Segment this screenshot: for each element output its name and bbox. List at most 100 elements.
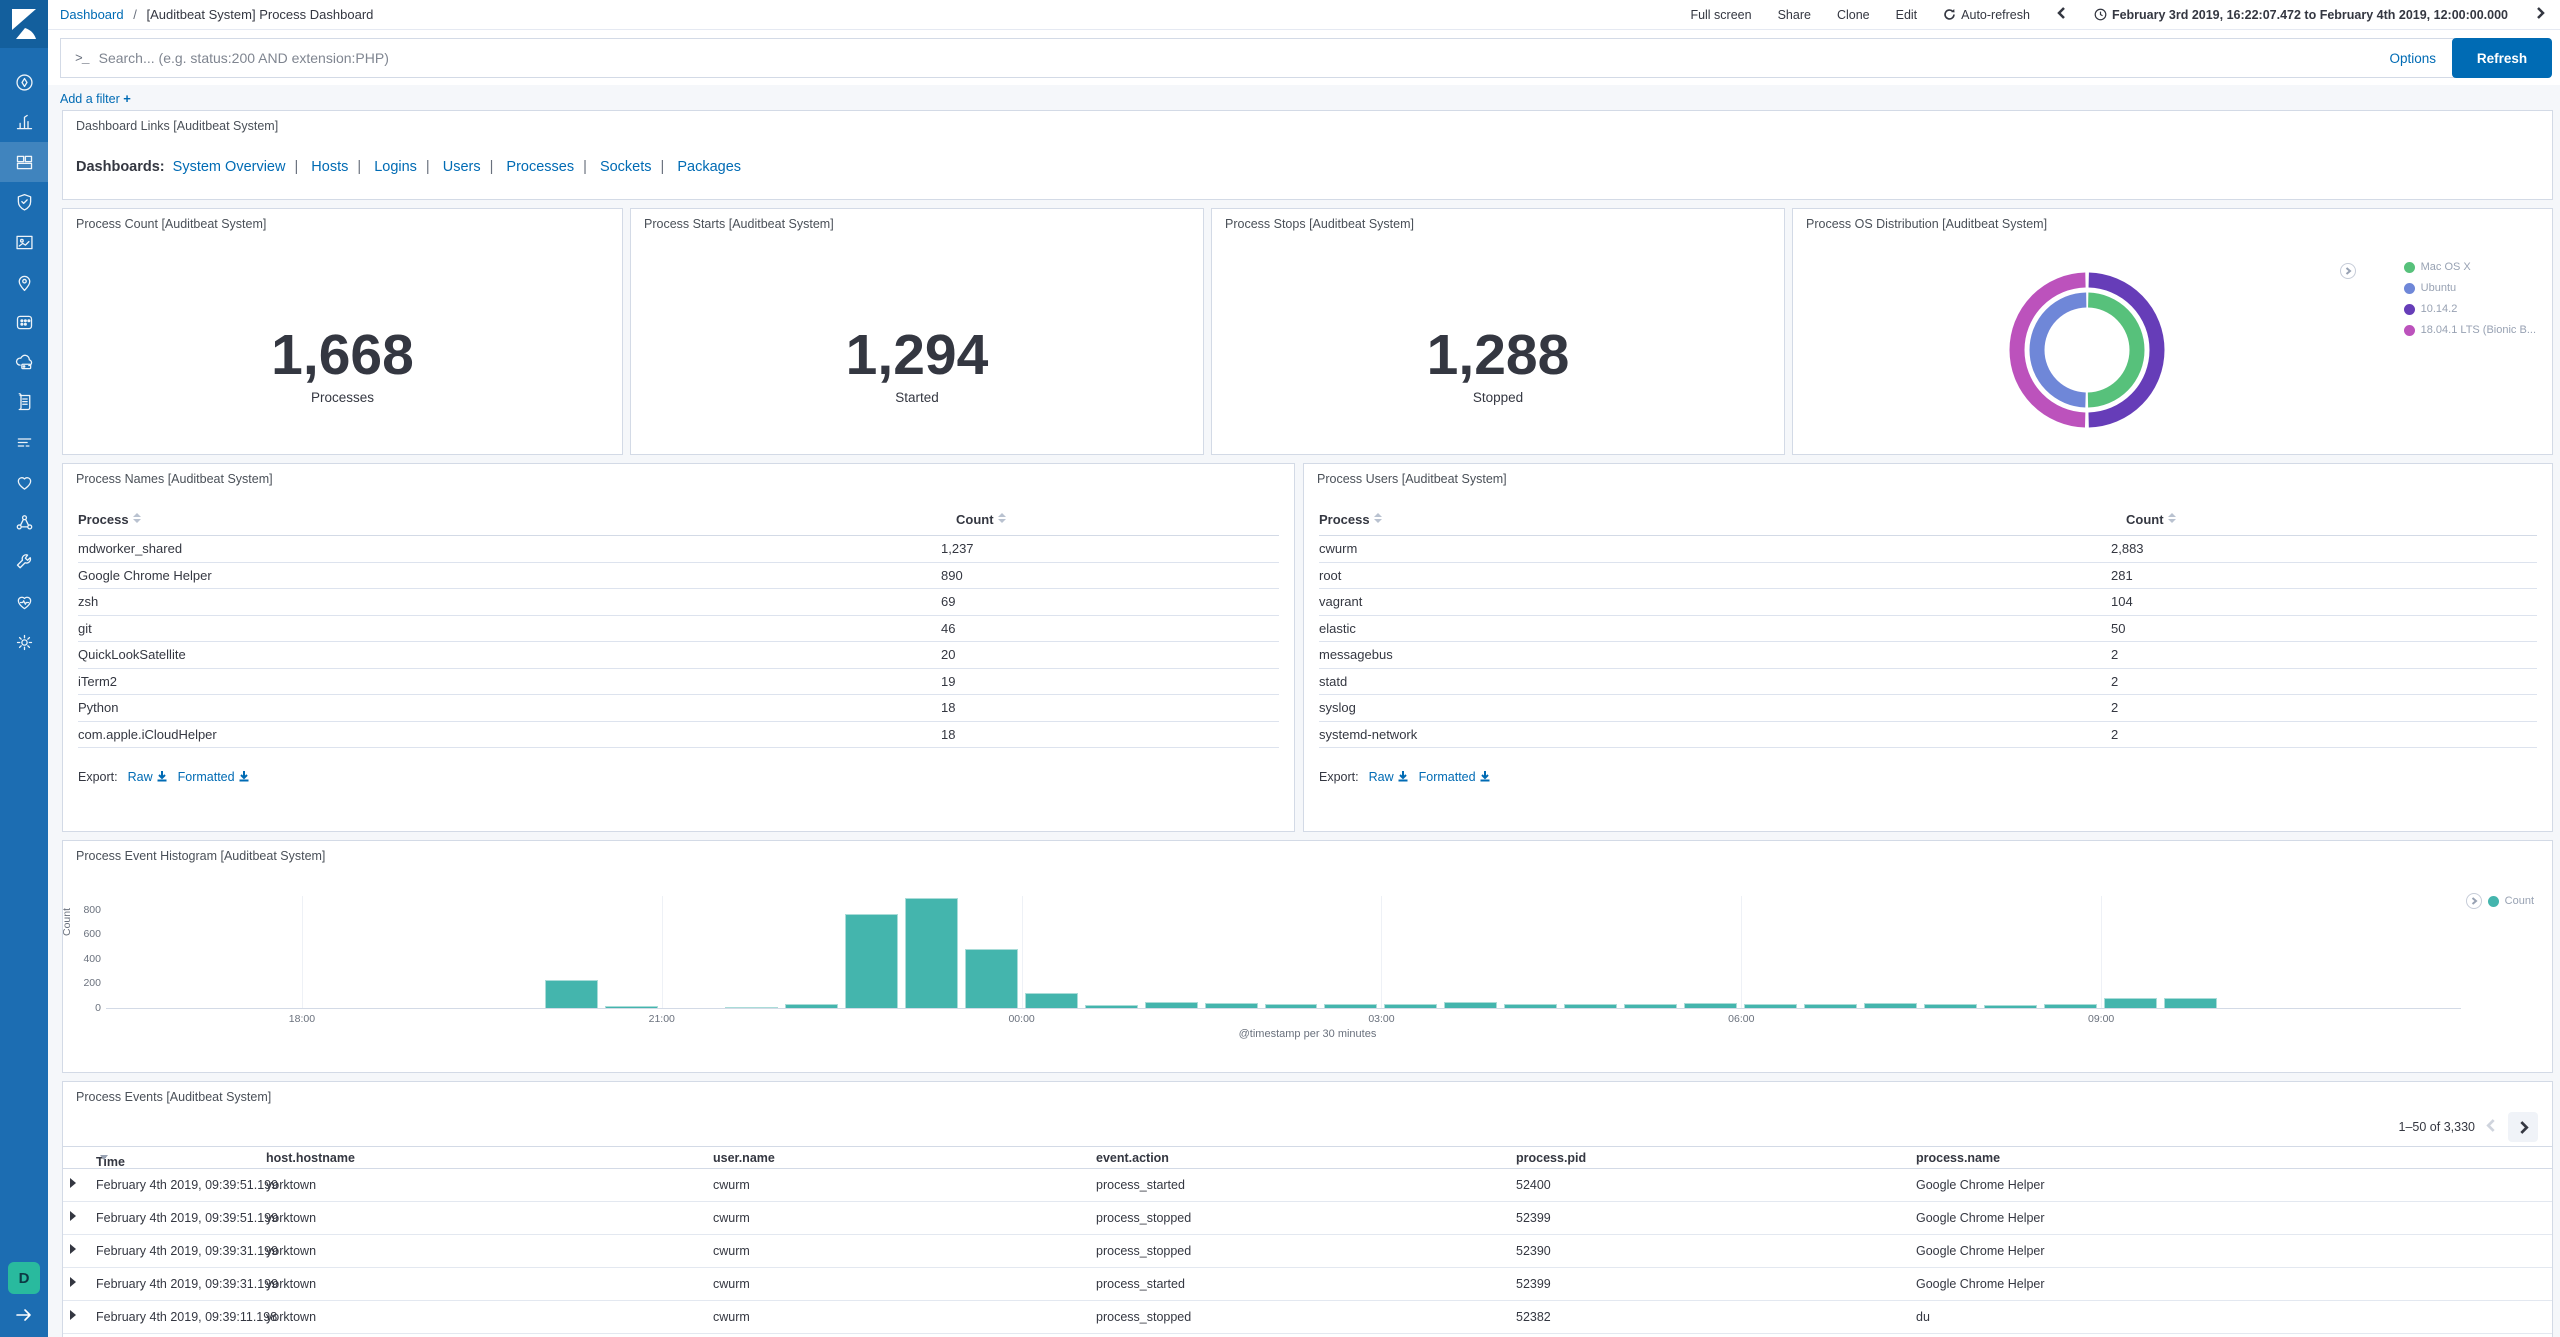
column-header-action[interactable]: event.action bbox=[1096, 1151, 1169, 1165]
histogram-bar-07:00[interactable] bbox=[1864, 1003, 1918, 1008]
search-input[interactable] bbox=[98, 50, 2390, 66]
histogram-bar-20:00[interactable] bbox=[544, 979, 598, 1008]
legend-item-18-04-1-lts-bionic-b-[interactable]: 18.04.1 LTS (Bionic B... bbox=[2403, 324, 2536, 336]
histogram-bar-05:30[interactable] bbox=[1684, 1003, 1738, 1008]
column-header-count[interactable]: Count bbox=[956, 512, 1006, 527]
event-row[interactable]: February 4th 2019, 09:39:51.199 yorktown c… bbox=[63, 1169, 2552, 1202]
legend-item-10-14-2[interactable]: 10.14.2 bbox=[2403, 303, 2536, 315]
table-row[interactable]: systemd-network 2 bbox=[1319, 722, 2537, 748]
column-header-pid[interactable]: process.pid bbox=[1516, 1151, 1586, 1165]
dashboard-link-packages[interactable]: Packages bbox=[677, 159, 741, 175]
histogram-bar-08:00[interactable] bbox=[1984, 1004, 2038, 1008]
column-header-name[interactable]: process.name bbox=[1916, 1151, 2000, 1165]
breadcrumb-dashboard-link[interactable]: Dashboard bbox=[60, 7, 124, 22]
sidebar-item-monitoring[interactable] bbox=[0, 582, 48, 622]
histogram-bar-00:00[interactable] bbox=[1024, 992, 1078, 1008]
share-button[interactable]: Share bbox=[1778, 8, 1811, 22]
table-row[interactable]: messagebus 2 bbox=[1319, 642, 2537, 669]
edit-button[interactable]: Edit bbox=[1896, 8, 1918, 22]
time-picker[interactable]: February 3rd 2019, 16:22:07.472 to Febru… bbox=[2094, 8, 2508, 22]
table-row[interactable]: syslog 2 bbox=[1319, 695, 2537, 722]
table-row[interactable]: QuickLookSatellite 20 bbox=[78, 642, 1279, 669]
table-row[interactable]: mdworker_shared 1,237 bbox=[78, 536, 1279, 563]
legend-toggle-icon[interactable] bbox=[2340, 263, 2356, 279]
histogram-bar-02:30[interactable] bbox=[1324, 1004, 1378, 1008]
histogram-bar-03:30[interactable] bbox=[1444, 1002, 1498, 1008]
time-forward-button[interactable] bbox=[2534, 7, 2546, 22]
sidebar-item-timelion[interactable] bbox=[0, 182, 48, 222]
expand-row-icon[interactable] bbox=[70, 1277, 76, 1287]
sidebar-item-uptime[interactable] bbox=[0, 462, 48, 502]
legend-item-ubuntu[interactable]: Ubuntu bbox=[2403, 282, 2536, 294]
table-row[interactable]: com.apple.iCloudHelper 18 bbox=[78, 722, 1279, 748]
event-row[interactable]: February 4th 2019, 09:39:31.199 yorktown c… bbox=[63, 1235, 2552, 1268]
auto-refresh-button[interactable]: Auto-refresh bbox=[1943, 8, 2030, 22]
histogram-bar-04:30[interactable] bbox=[1564, 1003, 1618, 1008]
sidebar-expand-icon[interactable] bbox=[0, 1300, 48, 1330]
histogram-bar-23:00[interactable] bbox=[904, 898, 958, 1008]
column-header-process[interactable]: Process bbox=[1319, 512, 1382, 527]
dashboard-link-logins[interactable]: Logins bbox=[374, 159, 417, 175]
event-row[interactable]: February 4th 2019, 09:39:31.199 yorktown c… bbox=[63, 1268, 2552, 1301]
expand-row-icon[interactable] bbox=[70, 1310, 76, 1320]
sidebar-item-visualize[interactable] bbox=[0, 102, 48, 142]
histogram-bar-21:30[interactable] bbox=[724, 1007, 778, 1008]
sidebar-item-graph[interactable] bbox=[0, 502, 48, 542]
sidebar-item-canvas[interactable] bbox=[0, 222, 48, 262]
histogram-plot-area[interactable] bbox=[106, 896, 2461, 1009]
histogram-bar-08:30[interactable] bbox=[2044, 1004, 2098, 1008]
legend-toggle-icon[interactable] bbox=[2465, 893, 2482, 909]
column-header-host[interactable]: host.hostname bbox=[266, 1151, 355, 1165]
sidebar-item-management[interactable] bbox=[0, 622, 48, 662]
clone-button[interactable]: Clone bbox=[1837, 8, 1870, 22]
expand-row-icon[interactable] bbox=[70, 1178, 76, 1188]
dashboard-link-hosts[interactable]: Hosts bbox=[311, 159, 348, 175]
histogram-bar-06:30[interactable] bbox=[1804, 1003, 1858, 1008]
sidebar-item-logs[interactable] bbox=[0, 382, 48, 422]
histogram-bar-01:30[interactable] bbox=[1204, 1003, 1258, 1008]
time-back-button[interactable] bbox=[2056, 7, 2068, 22]
histogram-bar-04:00[interactable] bbox=[1504, 1004, 1558, 1008]
histogram-bar-03:00[interactable] bbox=[1384, 1004, 1438, 1008]
legend-item-mac-os-x[interactable]: Mac OS X bbox=[2403, 261, 2536, 273]
table-row[interactable]: zsh 69 bbox=[78, 589, 1279, 616]
sidebar-item-discover[interactable] bbox=[0, 62, 48, 102]
column-header-count[interactable]: Count bbox=[2126, 512, 2176, 527]
os-distribution-donut-chart[interactable] bbox=[2002, 265, 2172, 435]
add-filter-link[interactable]: Add a filter + bbox=[60, 91, 131, 106]
histogram-bar-09:30[interactable] bbox=[2164, 998, 2218, 1008]
column-header-process[interactable]: Process bbox=[78, 512, 141, 527]
export-formatted-link[interactable]: Formatted bbox=[178, 770, 250, 784]
table-row[interactable]: elastic 50 bbox=[1319, 616, 2537, 642]
legend-item-count[interactable]: Count bbox=[2487, 895, 2534, 907]
table-row[interactable]: statd 2 bbox=[1319, 669, 2537, 695]
refresh-button[interactable]: Refresh bbox=[2452, 38, 2552, 78]
sidebar-item-infrastructure[interactable] bbox=[0, 422, 48, 462]
histogram-bar-20:30[interactable] bbox=[604, 1006, 658, 1008]
export-raw-link[interactable]: Raw bbox=[128, 770, 168, 784]
export-formatted-link[interactable]: Formatted bbox=[1419, 770, 1491, 784]
table-row[interactable]: iTerm2 19 bbox=[78, 669, 1279, 695]
histogram-bar-02:00[interactable] bbox=[1264, 1003, 1318, 1008]
pagination-prev-icon[interactable] bbox=[2485, 1119, 2498, 1135]
histogram-bar-23:30[interactable] bbox=[964, 948, 1018, 1008]
expand-row-icon[interactable] bbox=[70, 1211, 76, 1221]
sidebar-item-dashboard[interactable] bbox=[0, 142, 48, 182]
table-row[interactable]: vagrant 104 bbox=[1319, 589, 2537, 616]
table-row[interactable]: git 46 bbox=[78, 616, 1279, 642]
sidebar-item-dev-tools[interactable] bbox=[0, 542, 48, 582]
options-link[interactable]: Options bbox=[2389, 51, 2436, 66]
table-row[interactable]: root 281 bbox=[1319, 563, 2537, 589]
dashboard-link-processes[interactable]: Processes bbox=[506, 159, 574, 175]
histogram-bar-00:30[interactable] bbox=[1084, 1004, 1138, 1008]
dashboard-link-users[interactable]: Users bbox=[443, 159, 481, 175]
sidebar-item-apm[interactable] bbox=[0, 342, 48, 382]
column-header-user[interactable]: user.name bbox=[713, 1151, 775, 1165]
event-row[interactable]: February 4th 2019, 09:39:11.198 yorktown c… bbox=[63, 1301, 2552, 1334]
dashboard-link-sockets[interactable]: Sockets bbox=[600, 159, 652, 175]
full-screen-button[interactable]: Full screen bbox=[1690, 8, 1751, 22]
expand-row-icon[interactable] bbox=[70, 1244, 76, 1254]
space-avatar[interactable]: D bbox=[8, 1262, 40, 1294]
table-row[interactable]: Python 18 bbox=[78, 695, 1279, 722]
dashboard-link-system-overview[interactable]: System Overview bbox=[173, 159, 286, 175]
